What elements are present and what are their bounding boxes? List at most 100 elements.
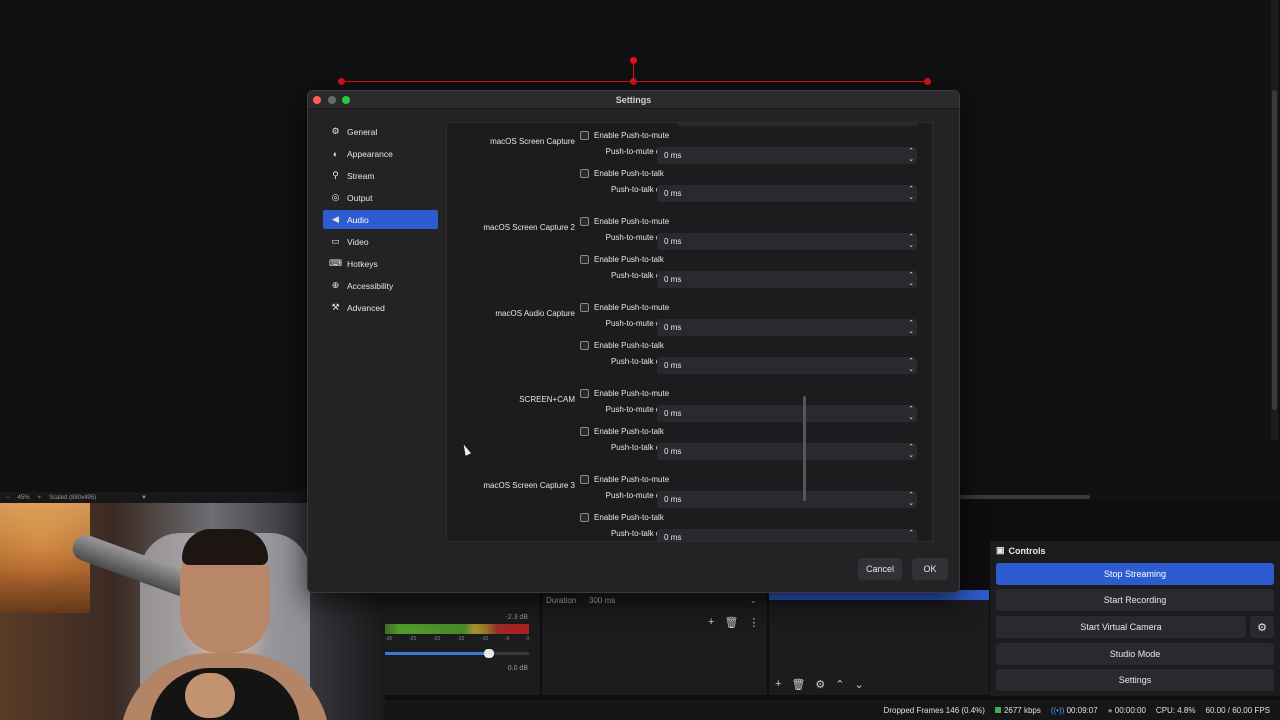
panel-scrollbar[interactable] [803,396,806,501]
chevron-down-icon[interactable]: ⌄ [908,155,914,164]
studio-mode-button[interactable]: Studio Mode [996,643,1274,665]
plus-icon[interactable]: + [775,678,781,691]
db-readout-volume: 0.0 dB [507,665,528,672]
push-to-talk-delay-input[interactable]: 0 ms ⌃ ⌄ [657,443,917,460]
push-to-talk-delay-input[interactable]: 0 ms ⌃ ⌄ [657,357,917,374]
push-to-talk-checkbox[interactable]: Enable Push-to-talk [580,427,664,436]
spinbox-value: 0 ms [664,189,682,198]
ok-button[interactable]: OK [912,558,948,580]
preview-vertical-scrollbar[interactable] [1271,0,1278,440]
checkbox-box[interactable] [580,217,589,226]
push-to-talk-checkbox[interactable]: Enable Push-to-talk [580,169,664,178]
status-bar: Dropped Frames 146 (0.4%) 2677 kbps ((•)… [385,700,1280,720]
checkbox-box[interactable] [580,169,589,178]
chevron-down-icon[interactable]: ⌄ [908,241,914,250]
speaker-icon: ◀ [332,214,339,224]
sidebar-item-accessibility[interactable]: ⊕ Accessibility [323,276,438,295]
checkbox-box[interactable] [580,427,589,436]
gear-icon[interactable]: ⚙ [815,678,825,691]
duration-input[interactable]: 300 ms [589,596,615,605]
more-icon[interactable]: ⋮ [748,616,759,629]
stop-streaming-button[interactable]: Stop Streaming [996,563,1274,585]
bitrate: 2677 kbps [1003,705,1041,715]
spinbox-value: 0 ms [664,447,682,456]
settings-button[interactable]: Settings [996,669,1274,691]
checkbox-box[interactable] [580,513,589,522]
chevron-down-icon[interactable]: ⌄ [908,365,914,374]
push-to-talk-checkbox[interactable]: Enable Push-to-talk [580,255,664,264]
volume-slider-handle[interactable] [483,649,494,658]
resize-handle-top-right[interactable] [924,78,931,85]
push-to-mute-delay-input[interactable]: 0 ms ⌃ ⌄ [657,405,917,422]
spinbox-value: 0 ms [664,151,682,160]
checkbox-label: Enable Push-to-mute [594,131,670,140]
resize-handle-top-left[interactable] [338,78,345,85]
antenna-icon: ⚲ [332,170,339,180]
chevron-down-icon[interactable]: ⌄ [908,499,914,508]
sidebar-item-hotkeys[interactable]: ⌨ Hotkeys [323,254,438,273]
push-to-mute-checkbox[interactable]: Enable Push-to-mute [580,475,669,484]
title-bar[interactable]: Settings [308,91,959,109]
push-to-talk-checkbox[interactable]: Enable Push-to-talk [580,513,664,522]
palette-icon: ◐ [332,148,339,159]
checkbox-label: Enable Push-to-mute [594,303,670,312]
push-to-mute-delay-input[interactable]: 0 ms ⌃ ⌄ [657,491,917,508]
db-readout: -2.3 dB [505,614,528,621]
chevron-down-icon[interactable]: ⌄ [750,596,757,605]
sidebar-item-stream[interactable]: ⚲ Stream [323,166,438,185]
checkbox-box[interactable] [580,389,589,398]
push-to-mute-checkbox[interactable]: Enable Push-to-mute [580,303,669,312]
push-to-mute-checkbox[interactable]: Enable Push-to-mute [580,217,669,226]
resize-handle-top[interactable] [630,78,637,85]
push-to-mute-delay-input[interactable]: 0 ms ⌃ ⌄ [657,319,917,336]
checkbox-box[interactable] [580,303,589,312]
trash-icon[interactable]: 🗑 [791,678,805,691]
source-name: SCREEN+CAM [519,395,575,404]
push-to-mute-checkbox[interactable]: Enable Push-to-mute [580,389,669,398]
preview-horizontal-scrollbar[interactable] [960,495,1090,499]
dialog-title: Settings [615,95,652,105]
checkbox-box[interactable] [580,341,589,350]
push-to-talk-checkbox[interactable]: Enable Push-to-talk [580,341,664,350]
sidebar-item-output[interactable]: ◎ Output [323,188,438,207]
virtual-camera-settings-gear-icon[interactable]: ⚙ [1250,616,1274,638]
chevron-down-icon[interactable]: ⌄ [908,327,914,336]
dropped-frames: Dropped Frames 146 (0.4%) [883,705,985,715]
chevron-down-icon[interactable]: ⌄ [855,678,864,691]
sidebar-item-general[interactable]: ⚙ General [323,122,438,141]
push-to-talk-delay-input[interactable]: 0 ms ⌃ ⌄ [657,529,917,541]
push-to-talk-delay-input[interactable]: 0 ms ⌃ ⌄ [657,271,917,288]
gear-icon: ⚙ [331,126,340,136]
push-to-mute-delay-input[interactable]: 0 ms ⌃ ⌄ [657,233,917,250]
volume-slider[interactable] [385,649,529,658]
sidebar-item-audio[interactable]: ◀ Audio [323,210,438,229]
zoom-out-icon[interactable]: − [6,495,10,501]
chevron-up-icon[interactable]: ⌃ [835,678,844,691]
chevron-down-icon[interactable]: ⌄ [908,279,914,288]
live-icon: ((•)) [1050,705,1065,715]
plus-icon[interactable]: + [708,616,714,629]
cancel-button[interactable]: Cancel [858,558,902,580]
chevron-down-icon[interactable]: ⌄ [908,413,914,422]
chevron-down-icon[interactable]: ⌄ [908,451,914,460]
rotation-handle[interactable] [630,57,637,64]
zoom-in-icon[interactable]: + [38,495,42,501]
checkbox-box[interactable] [580,475,589,484]
checkbox-box[interactable] [580,255,589,264]
sidebar-item-label: Audio [347,214,369,225]
trash-icon[interactable]: 🗑 [724,616,738,629]
sidebar-item-video[interactable]: ▭ Video [323,232,438,251]
push-to-mute-delay-input[interactable]: 0 ms ⌃ ⌄ [657,147,917,164]
sidebar-item-appearance[interactable]: ◐ Appearance [323,144,438,163]
start-recording-button[interactable]: Start Recording [996,589,1274,611]
settings-dialog: Settings ⚙ General ◐ Appearance ⚲ Stream ◎ Outp… [307,90,960,593]
start-virtual-camera-button[interactable]: Start Virtual Camera [996,616,1246,638]
scene-transitions-dock: Duration 300 ms ⌄ + 🗑 ⋮ [542,590,767,695]
chevron-down-icon[interactable]: ⌄ [908,537,914,541]
chevron-down-icon[interactable]: ▼ [141,495,147,501]
push-to-mute-checkbox[interactable]: Enable Push-to-mute [580,131,669,140]
sidebar-item-advanced[interactable]: ⚒ Advanced [323,298,438,317]
chevron-down-icon[interactable]: ⌄ [908,193,914,202]
checkbox-box[interactable] [580,131,589,140]
push-to-talk-delay-input[interactable]: 0 ms ⌃ ⌄ [657,185,917,202]
